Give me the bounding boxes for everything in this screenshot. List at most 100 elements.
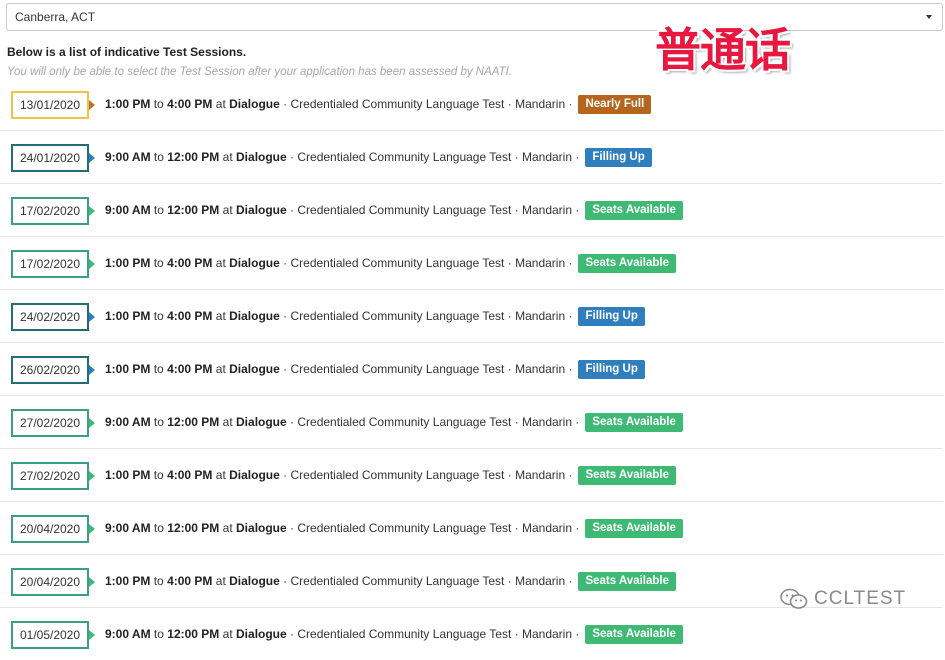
session-row-11[interactable]: 01/05/2020 9:00 AM to 12:00 PM at Dialog… bbox=[0, 608, 943, 660]
session-venue: Dialogue bbox=[236, 203, 287, 217]
session-language: Mandarin bbox=[521, 521, 573, 535]
date-badge: 17/02/2020 bbox=[11, 197, 95, 225]
session-language: Mandarin bbox=[521, 203, 573, 217]
session-to-label: to bbox=[153, 256, 164, 270]
session-row-2[interactable]: 24/01/2020 9:00 AM to 12:00 PM at Dialog… bbox=[0, 131, 943, 184]
session-venue: Dialogue bbox=[229, 309, 280, 323]
session-row-8[interactable]: 27/02/2020 1:00 PM to 4:00 PM at Dialogu… bbox=[0, 449, 943, 502]
date-badge: 24/02/2020 bbox=[11, 303, 95, 331]
status-badge: Seats Available bbox=[578, 465, 676, 485]
session-separator: · bbox=[283, 309, 288, 323]
session-separator: · bbox=[575, 150, 580, 164]
session-date: 20/04/2020 bbox=[19, 575, 81, 589]
session-start-time: 1:00 PM bbox=[105, 468, 151, 482]
date-pointer-icon bbox=[89, 312, 95, 322]
location-select[interactable]: Canberra, ACT bbox=[6, 3, 943, 31]
session-date: 27/02/2020 bbox=[19, 416, 81, 430]
status-badge: Filling Up bbox=[585, 147, 652, 167]
session-row-4[interactable]: 17/02/2020 1:00 PM to 4:00 PM at Dialogu… bbox=[0, 237, 943, 290]
date-badge: 13/01/2020 bbox=[11, 91, 95, 119]
session-venue: Dialogue bbox=[236, 150, 287, 164]
session-date: 01/05/2020 bbox=[19, 628, 81, 642]
session-info: 9:00 AM to 12:00 PM at Dialogue · Creden… bbox=[105, 502, 683, 554]
status-badge: Seats Available bbox=[585, 200, 683, 220]
session-separator: · bbox=[575, 415, 580, 429]
status-badge: Filling Up bbox=[578, 359, 645, 379]
session-test-name: Credentialed Community Language Test bbox=[290, 309, 505, 323]
session-separator: · bbox=[283, 468, 288, 482]
date-pointer-icon bbox=[89, 100, 95, 110]
session-start-time: 9:00 AM bbox=[105, 415, 151, 429]
status-badge: Seats Available bbox=[585, 624, 683, 644]
session-date: 24/02/2020 bbox=[19, 310, 81, 324]
session-separator: · bbox=[507, 97, 512, 111]
session-start-time: 9:00 AM bbox=[105, 150, 151, 164]
session-end-time: 12:00 PM bbox=[167, 521, 220, 535]
session-separator: · bbox=[507, 362, 512, 376]
session-language: Mandarin bbox=[515, 362, 566, 376]
session-test-name: Credentialed Community Language Test bbox=[297, 521, 512, 535]
session-test-name: Credentialed Community Language Test bbox=[290, 97, 505, 111]
session-info: 9:00 AM to 12:00 PM at Dialogue · Creden… bbox=[105, 131, 652, 183]
session-start-time: 1:00 PM bbox=[105, 574, 151, 588]
session-venue: Dialogue bbox=[229, 574, 280, 588]
session-separator: · bbox=[283, 362, 288, 376]
session-at-label: at bbox=[222, 415, 233, 429]
status-badge: Nearly Full bbox=[578, 94, 652, 114]
session-test-name: Credentialed Community Language Test bbox=[290, 362, 505, 376]
session-info: 1:00 PM to 4:00 PM at Dialogue · Credent… bbox=[105, 78, 652, 130]
session-end-time: 12:00 PM bbox=[167, 203, 220, 217]
date-badge: 20/04/2020 bbox=[11, 568, 95, 596]
session-row-5[interactable]: 24/02/2020 1:00 PM to 4:00 PM at Dialogu… bbox=[0, 290, 943, 343]
session-separator: · bbox=[283, 97, 288, 111]
date-badge: 24/01/2020 bbox=[11, 144, 95, 172]
session-info: 1:00 PM to 4:00 PM at Dialogue · Credent… bbox=[105, 449, 676, 501]
session-row-1[interactable]: 13/01/2020 1:00 PM to 4:00 PM at Dialogu… bbox=[0, 78, 943, 131]
session-venue: Dialogue bbox=[236, 521, 287, 535]
session-date: 17/02/2020 bbox=[19, 257, 81, 271]
session-at-label: at bbox=[215, 309, 226, 323]
session-end-time: 4:00 PM bbox=[167, 256, 213, 270]
session-separator: · bbox=[290, 415, 295, 429]
session-at-label: at bbox=[215, 362, 226, 376]
chevron-down-icon[interactable] bbox=[926, 15, 932, 19]
session-venue: Dialogue bbox=[229, 256, 280, 270]
session-start-time: 1:00 PM bbox=[105, 362, 151, 376]
session-separator: · bbox=[514, 150, 519, 164]
session-info: 1:00 PM to 4:00 PM at Dialogue · Credent… bbox=[105, 237, 676, 289]
session-separator: · bbox=[507, 574, 512, 588]
session-date: 27/02/2020 bbox=[19, 469, 81, 483]
session-separator: · bbox=[568, 468, 573, 482]
session-to-label: to bbox=[153, 309, 164, 323]
session-row-7[interactable]: 27/02/2020 9:00 AM to 12:00 PM at Dialog… bbox=[0, 396, 943, 449]
session-test-name: Credentialed Community Language Test bbox=[297, 415, 512, 429]
session-info: 9:00 AM to 12:00 PM at Dialogue · Creden… bbox=[105, 184, 683, 236]
date-badge: 01/05/2020 bbox=[11, 621, 95, 649]
session-start-time: 1:00 PM bbox=[105, 256, 151, 270]
session-venue: Dialogue bbox=[229, 362, 280, 376]
session-to-label: to bbox=[153, 150, 164, 164]
session-to-label: to bbox=[153, 468, 164, 482]
status-badge: Seats Available bbox=[578, 571, 676, 591]
date-badge: 26/02/2020 bbox=[11, 356, 95, 384]
session-end-time: 4:00 PM bbox=[167, 574, 213, 588]
date-pointer-icon bbox=[89, 206, 95, 216]
session-separator: · bbox=[568, 309, 573, 323]
session-at-label: at bbox=[215, 574, 226, 588]
session-info: 1:00 PM to 4:00 PM at Dialogue · Credent… bbox=[105, 290, 645, 342]
session-date: 13/01/2020 bbox=[19, 98, 81, 112]
session-separator: · bbox=[283, 256, 288, 270]
session-row-6[interactable]: 26/02/2020 1:00 PM to 4:00 PM at Dialogu… bbox=[0, 343, 943, 396]
session-to-label: to bbox=[153, 521, 164, 535]
session-separator: · bbox=[514, 521, 519, 535]
session-separator: · bbox=[575, 203, 580, 217]
date-pointer-icon bbox=[89, 153, 95, 163]
session-list: 13/01/2020 1:00 PM to 4:00 PM at Dialogu… bbox=[0, 78, 945, 660]
session-separator: · bbox=[568, 97, 573, 111]
session-test-name: Credentialed Community Language Test bbox=[297, 150, 512, 164]
session-language: Mandarin bbox=[515, 309, 566, 323]
session-separator: · bbox=[290, 521, 295, 535]
session-row-9[interactable]: 20/04/2020 9:00 AM to 12:00 PM at Dialog… bbox=[0, 502, 943, 555]
session-separator: · bbox=[290, 203, 295, 217]
session-row-3[interactable]: 17/02/2020 9:00 AM to 12:00 PM at Dialog… bbox=[0, 184, 943, 237]
